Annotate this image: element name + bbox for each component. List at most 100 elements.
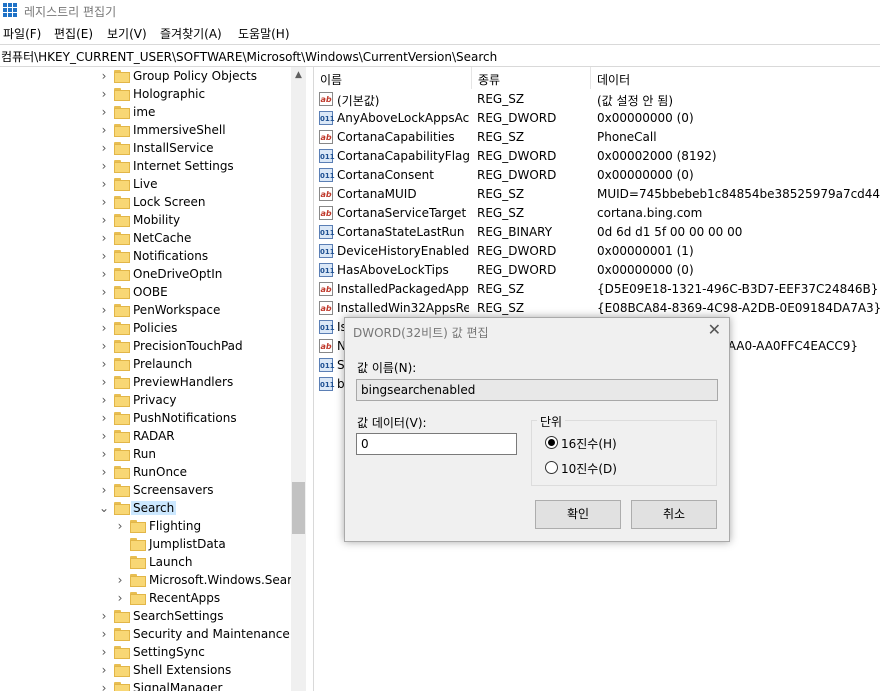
tree-item[interactable]: › Screensavers xyxy=(0,482,280,500)
chevron-right-icon[interactable]: › xyxy=(98,429,110,443)
chevron-right-icon[interactable]: › xyxy=(98,375,110,389)
close-icon[interactable]: ✕ xyxy=(708,320,721,339)
tree-item[interactable]: › PenWorkspace xyxy=(0,302,280,320)
menu-view[interactable]: 보기(V) xyxy=(107,25,147,42)
value-row[interactable]: ab CortanaServiceTarget REG_SZ cortana.bing… xyxy=(314,204,880,223)
address-bar[interactable]: 컴퓨터\HKEY_CURRENT_USER\SOFTWARE\Microsoft… xyxy=(0,44,880,67)
chevron-right-icon[interactable]: › xyxy=(98,213,110,227)
menu-file[interactable]: 파일(F) xyxy=(3,25,41,42)
chevron-right-icon[interactable] xyxy=(114,555,126,569)
value-row[interactable]: ab InstalledWin32AppsRe... REG_SZ {E08BCA84… xyxy=(314,299,880,318)
tree-item[interactable]: › SettingSync xyxy=(0,644,280,662)
value-row[interactable]: ab CortanaCapabilities REG_SZ PhoneCall xyxy=(314,128,880,147)
tree-item[interactable]: › InstallService xyxy=(0,140,280,158)
tree-scrollbar[interactable]: ▲ xyxy=(291,67,306,691)
tree-item[interactable]: › ime xyxy=(0,104,280,122)
chevron-right-icon[interactable]: › xyxy=(98,141,110,155)
radio-hex[interactable] xyxy=(545,436,558,449)
tree-item[interactable]: › SignalManager xyxy=(0,680,280,691)
chevron-right-icon[interactable]: › xyxy=(114,573,126,587)
chevron-right-icon[interactable]: › xyxy=(98,645,110,659)
chevron-right-icon[interactable]: › xyxy=(98,105,110,119)
tree-item[interactable]: › Microsoft.Windows.Search xyxy=(0,572,306,590)
tree-item[interactable]: Launch xyxy=(0,554,280,572)
value-row[interactable]: ab CortanaMUID REG_SZ MUID=745bbebeb1c84854… xyxy=(314,185,880,204)
chevron-right-icon[interactable]: › xyxy=(98,177,110,191)
cancel-button[interactable]: 취소 xyxy=(631,500,717,529)
tree-item[interactable]: › PushNotifications xyxy=(0,410,280,428)
chevron-right-icon[interactable]: › xyxy=(98,321,110,335)
tree-item[interactable]: › RunOnce xyxy=(0,464,280,482)
scroll-thumb[interactable] xyxy=(292,482,305,534)
tree-item[interactable]: JumplistData xyxy=(0,536,280,554)
value-row[interactable]: 011 CortanaCapabilityFlags REG_DWORD 0x0000… xyxy=(314,147,880,166)
value-name-field[interactable]: bingsearchenabled xyxy=(356,379,718,401)
chevron-right-icon[interactable]: › xyxy=(98,483,110,497)
chevron-right-icon[interactable]: › xyxy=(98,87,110,101)
tree-item[interactable]: › PreviewHandlers xyxy=(0,374,280,392)
chevron-down-icon[interactable]: ⌄ xyxy=(98,501,110,515)
value-row[interactable]: ab InstalledPackagedApps... REG_SZ {D5E09E1… xyxy=(314,280,880,299)
chevron-right-icon[interactable]: › xyxy=(98,267,110,281)
scroll-up-arrow-icon[interactable]: ▲ xyxy=(291,67,306,83)
tree-item[interactable]: › Security and Maintenance xyxy=(0,626,290,644)
key-tree[interactable]: › Group Policy Objects › Holographic › ime › Im… xyxy=(0,67,306,691)
tree-item[interactable]: › Lock Screen xyxy=(0,194,280,212)
tree-item[interactable]: › OOBE xyxy=(0,284,280,302)
chevron-right-icon[interactable]: › xyxy=(98,303,110,317)
tree-item[interactable]: › Shell Extensions xyxy=(0,662,280,680)
chevron-right-icon[interactable]: › xyxy=(98,393,110,407)
tree-item[interactable]: › OneDriveOptIn xyxy=(0,266,280,284)
radio-decimal-label[interactable]: 10진수(D) xyxy=(561,460,617,477)
chevron-right-icon[interactable] xyxy=(114,537,126,551)
value-row[interactable]: 011 AnyAboveLockAppsAc... REG_DWORD 0x00000… xyxy=(314,109,880,128)
value-row[interactable]: 011 CortanaStateLastRun REG_BINARY 0d 6d d1… xyxy=(314,223,880,242)
chevron-right-icon[interactable]: › xyxy=(98,627,110,641)
tree-item[interactable]: › Policies xyxy=(0,320,280,338)
value-data-input[interactable]: 0 xyxy=(356,433,517,455)
chevron-right-icon[interactable]: › xyxy=(98,159,110,173)
tree-item[interactable]: › NetCache xyxy=(0,230,280,248)
chevron-right-icon[interactable]: › xyxy=(98,69,110,83)
value-row[interactable]: 011 HasAboveLockTips REG_DWORD 0x00000000 (… xyxy=(314,261,880,280)
column-header-type[interactable]: 종류 xyxy=(472,67,591,89)
chevron-right-icon[interactable]: › xyxy=(98,339,110,353)
tree-item[interactable]: › Internet Settings xyxy=(0,158,280,176)
chevron-right-icon[interactable]: › xyxy=(114,591,126,605)
tree-item[interactable]: › Holographic xyxy=(0,86,280,104)
tree-item[interactable]: › Group Policy Objects xyxy=(0,68,280,86)
chevron-right-icon[interactable]: › xyxy=(98,465,110,479)
ok-button[interactable]: 확인 xyxy=(535,500,621,529)
tree-item[interactable]: › Live xyxy=(0,176,280,194)
chevron-right-icon[interactable]: › xyxy=(98,357,110,371)
chevron-right-icon[interactable]: › xyxy=(98,411,110,425)
tree-item[interactable]: › Privacy xyxy=(0,392,280,410)
tree-item[interactable]: ⌄ Search xyxy=(0,500,280,518)
tree-item[interactable]: › ImmersiveShell xyxy=(0,122,280,140)
chevron-right-icon[interactable]: › xyxy=(98,285,110,299)
menu-edit[interactable]: 편집(E) xyxy=(54,25,93,42)
tree-item[interactable]: › Notifications xyxy=(0,248,280,266)
tree-item[interactable]: › Run xyxy=(0,446,280,464)
chevron-right-icon[interactable]: › xyxy=(98,123,110,137)
chevron-right-icon[interactable]: › xyxy=(98,447,110,461)
chevron-right-icon[interactable]: › xyxy=(98,663,110,677)
chevron-right-icon[interactable]: › xyxy=(98,195,110,209)
tree-item[interactable]: › RecentApps xyxy=(0,590,280,608)
column-header-data[interactable]: 데이터 xyxy=(591,67,880,89)
value-row[interactable]: ab (기본값) REG_SZ (값 설정 안 됨) xyxy=(314,90,880,109)
chevron-right-icon[interactable]: › xyxy=(114,519,126,533)
tree-item[interactable]: › RADAR xyxy=(0,428,280,446)
column-header-name[interactable]: 이름 xyxy=(314,67,472,89)
menu-favorites[interactable]: 즐겨찾기(A) xyxy=(160,25,222,42)
chevron-right-icon[interactable]: › xyxy=(98,249,110,263)
pane-splitter[interactable] xyxy=(306,67,314,691)
tree-item[interactable]: › PrecisionTouchPad xyxy=(0,338,280,356)
tree-item[interactable]: › Prelaunch xyxy=(0,356,280,374)
chevron-right-icon[interactable]: › xyxy=(98,609,110,623)
tree-item[interactable]: › Flighting xyxy=(0,518,280,536)
value-row[interactable]: 011 DeviceHistoryEnabled REG_DWORD 0x000000… xyxy=(314,242,880,261)
value-row[interactable]: 011 CortanaConsent REG_DWORD 0x00000000 (0) xyxy=(314,166,880,185)
tree-item[interactable]: › SearchSettings xyxy=(0,608,280,626)
radio-hex-label[interactable]: 16진수(H) xyxy=(561,435,617,452)
